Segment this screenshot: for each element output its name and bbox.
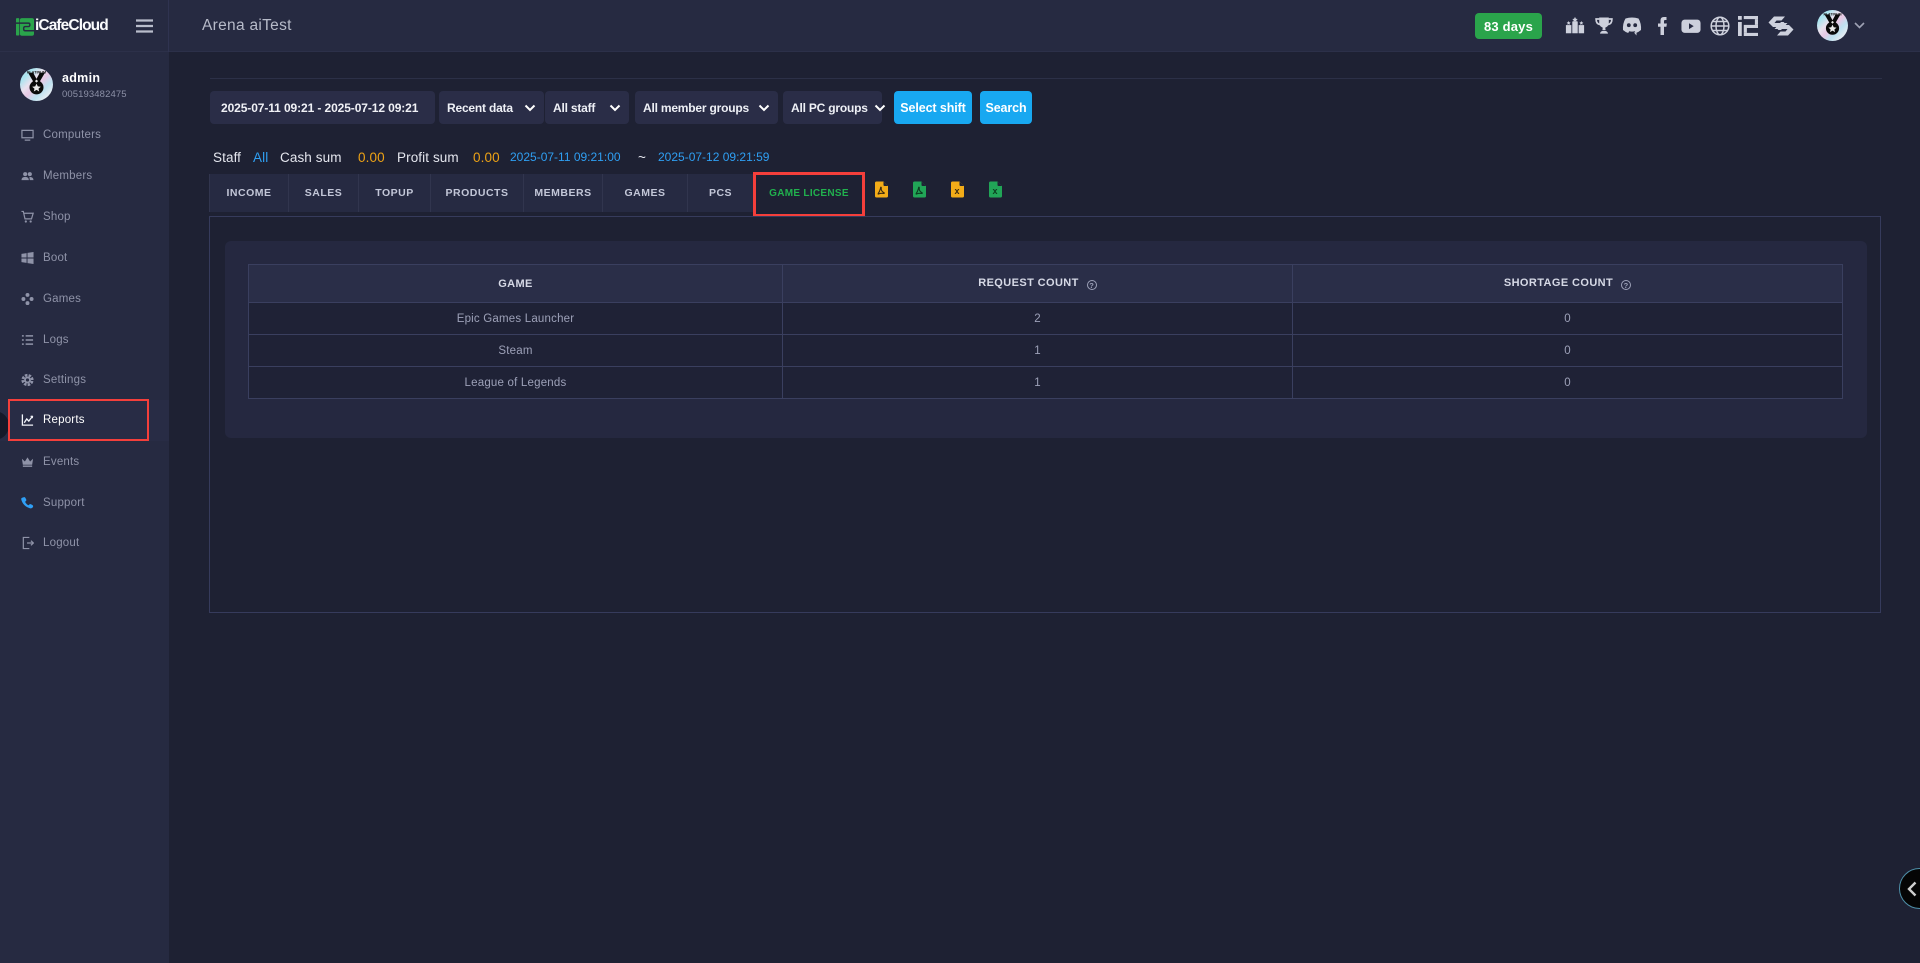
svg-text:x: x	[954, 186, 959, 196]
svg-text:x: x	[992, 186, 997, 196]
